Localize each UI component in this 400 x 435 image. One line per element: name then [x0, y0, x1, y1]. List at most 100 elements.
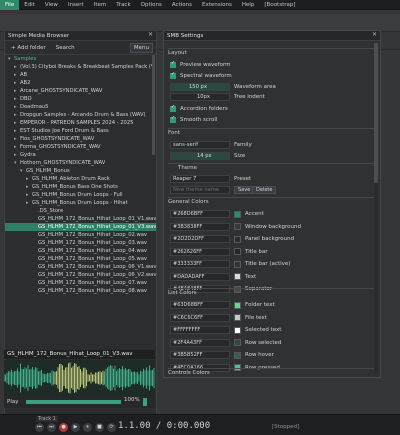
font-family-input[interactable]: sans-serif — [170, 141, 230, 149]
menu-item[interactable]: Actions — [167, 0, 197, 10]
menu-item[interactable]: View — [40, 0, 63, 10]
tree-folder[interactable]: ▸ Fios_GHOSTSYNDICATE_WAV — [5, 135, 156, 143]
menu-item[interactable]: Edit — [19, 0, 40, 10]
tree-folder[interactable]: ▸ GS_HLHM_Bonus Drum Loops - Full — [5, 191, 156, 199]
color-hex-input[interactable]: #262626FF — [170, 247, 230, 256]
tree-file[interactable]: GS_HLHM_172_Bonus_Hihat_Loop_01_V3.wav — [5, 223, 156, 231]
spectral-waveform-checkbox[interactable] — [170, 71, 176, 79]
accordion-folders-checkbox[interactable] — [170, 104, 176, 112]
tree-file[interactable]: GS_HLHM_172_Bonus_Hihat_Loop_07.wav — [5, 279, 156, 287]
color-hex-input[interactable]: #268D6BFF — [170, 210, 230, 218]
menu-item[interactable]: File — [0, 0, 20, 10]
tree-folder[interactable]: ▾ Samples — [5, 55, 156, 63]
record-icon[interactable]: ● — [59, 423, 68, 432]
tree-folder[interactable]: ▸ EMPEROR - PATREON SAMPLES 2024 - 2025 — [5, 119, 156, 127]
waveform-area-label: Waveform area — [234, 84, 276, 90]
tree-label: AB2 — [20, 80, 31, 86]
tree-file[interactable]: GS_HLHM_172_Bonus_Hihat_Loop_08.wav — [5, 287, 156, 295]
tree-file[interactable]: GS_HLHM_172_Bonus_Hihat_Loop_05.wav — [5, 255, 156, 263]
go-to-end-icon[interactable]: ⏭ — [47, 423, 56, 432]
menu-button[interactable]: Menu — [129, 42, 153, 53]
pause-icon[interactable]: ⏸ — [83, 423, 92, 432]
tree-scrollbar[interactable] — [152, 55, 155, 155]
tree-folder[interactable]: ▸ GS_HLHM_Ableton Drum Rack — [5, 175, 156, 183]
tree-file[interactable]: GS_HLHM_172_Bonus_Hihat_Loop_02.wav — [5, 231, 156, 239]
tree-folder[interactable]: ▸ EST Studios Joe Ford Drum & Bass — [5, 127, 156, 135]
tree-folder[interactable]: ▸ Dropgun Samples - Arcando Drum & Bass (… — [5, 111, 156, 119]
tree-folder[interactable]: ▸ Forma_GHOSTSYNDICATE_WAV — [5, 143, 156, 151]
tree-folder[interactable]: ▸ AB2 — [5, 79, 156, 87]
stop-icon[interactable]: ■ — [95, 423, 104, 432]
color-hex-input[interactable]: #DADADAFF — [170, 272, 230, 281]
tree-folder[interactable]: ▸ (Vol.3) Cityboi Breaks & Breakbeat Samp… — [5, 63, 156, 71]
color-swatch[interactable] — [234, 314, 241, 321]
tree-folder[interactable]: ▸ Arcane_GHOSTSYNDICATE_WAV — [5, 87, 156, 95]
tree-indent-slider[interactable]: 10px — [170, 93, 230, 101]
tree-folder[interactable]: ▸ DBO — [5, 95, 156, 103]
color-swatch[interactable] — [234, 285, 241, 293]
delete-theme-button[interactable]: Delete — [252, 186, 277, 194]
settings-scrollbar[interactable] — [374, 43, 378, 183]
color-swatch[interactable] — [234, 273, 241, 280]
color-hex-input[interactable]: #3B3838FF — [170, 222, 230, 231]
color-hex-input[interactable]: #C6C6C6FF — [170, 313, 230, 322]
close-icon[interactable]: ✕ — [148, 31, 153, 38]
waveform-display[interactable] — [3, 360, 155, 396]
tree-folder[interactable]: ▸ Deadmau5 — [5, 103, 156, 111]
menu-item[interactable]: Track — [111, 0, 135, 10]
color-hex-input[interactable]: #2F4A43FF — [170, 338, 230, 347]
menu-item[interactable]: Insert — [63, 0, 89, 10]
tree-file[interactable]: GS_HLHM_172_Bonus_Hihat_Loop_03.wav — [5, 239, 156, 247]
tree-folder[interactable]: ▸ GS_HLHM_Bonus Drum Loops - Hihat — [5, 199, 156, 207]
menu-item[interactable]: Extensions — [197, 0, 237, 10]
tree-file[interactable]: GS_HLHM_172_Bonus_Hihat_Loop_01_V1.wav — [5, 215, 156, 223]
color-swatch[interactable] — [234, 351, 241, 359]
smooth-scroll-checkbox[interactable] — [170, 115, 176, 123]
color-label: Text — [245, 273, 257, 280]
tree-file[interactable]: GS_HLHM_172_Bonus_Hihat_Loop_06_V2.wav — [5, 271, 156, 279]
color-label: Window background — [245, 223, 301, 230]
tree-file[interactable]: GS_HLHM_172_Bonus_Hihat_Loop_04.wav — [5, 247, 156, 255]
color-swatch[interactable] — [234, 339, 241, 346]
color-swatch[interactable] — [234, 248, 241, 255]
tree-folder[interactable]: ▾ Hothorn_GHOSTSYNDICATE_WAV — [5, 159, 156, 167]
waveform-area-slider[interactable]: 150 px — [170, 83, 230, 91]
volume-slider[interactable] — [26, 400, 121, 404]
play-button[interactable]: Play — [7, 399, 18, 405]
color-hex-input[interactable]: #FFFFFFFF — [170, 326, 230, 334]
volume-handle[interactable] — [143, 398, 147, 406]
menu-item[interactable]: Options — [136, 0, 167, 10]
tree-folder[interactable]: ▸ AB — [5, 71, 156, 79]
color-swatch[interactable] — [234, 210, 241, 218]
preview-waveform-checkbox[interactable] — [170, 60, 176, 68]
color-hex-input[interactable]: #2D2D2DFF — [170, 235, 230, 243]
close-icon[interactable]: ✕ — [372, 31, 377, 38]
repeat-icon[interactable]: ⟳ — [107, 423, 116, 432]
menu-item[interactable]: Item — [89, 0, 112, 10]
color-swatch[interactable] — [234, 223, 241, 230]
menu-item[interactable]: [Bootstrap] — [259, 0, 300, 10]
tree-folder[interactable]: ▾ GS_HLHM_Bonus — [5, 167, 156, 175]
menu-item[interactable]: Help — [237, 0, 260, 10]
font-size-slider[interactable]: 14 px — [170, 152, 230, 160]
font-header: Font — [168, 130, 180, 136]
add-folder-button[interactable]: + Add folder — [8, 44, 49, 52]
preset-select[interactable]: Reaper 7 — [170, 175, 230, 183]
color-swatch[interactable] — [234, 301, 241, 309]
color-hex-input[interactable]: #3B5B52FF — [170, 351, 230, 359]
tree-file[interactable]: .DS_Store — [5, 207, 156, 215]
tree-file[interactable]: GS_HLHM_172_Bonus_Hihat_Loop_06_V1.wav — [5, 263, 156, 271]
color-hex-input[interactable]: #333333FF — [170, 260, 230, 268]
color-hex-input[interactable]: #63D68BFF — [170, 301, 230, 309]
color-swatch[interactable] — [234, 235, 241, 243]
tree-folder[interactable]: ▸ GS_HLHM_Bonus Bass One Shots — [5, 183, 156, 191]
color-swatch[interactable] — [234, 326, 241, 334]
color-swatch[interactable] — [234, 260, 241, 268]
new-theme-input[interactable]: New theme name — [170, 186, 230, 194]
tree-indent-value: 10px — [197, 94, 210, 100]
search-button[interactable]: Search — [53, 44, 78, 52]
file-tree[interactable]: ▾ Samples ▸ (Vol.3) Cityboi Breaks & Breakb… — [5, 55, 156, 381]
play-icon[interactable]: ▶ — [71, 423, 80, 432]
go-to-start-icon[interactable]: ⏮ — [35, 423, 44, 432]
tree-folder[interactable]: ▸ Gydra — [5, 151, 156, 159]
